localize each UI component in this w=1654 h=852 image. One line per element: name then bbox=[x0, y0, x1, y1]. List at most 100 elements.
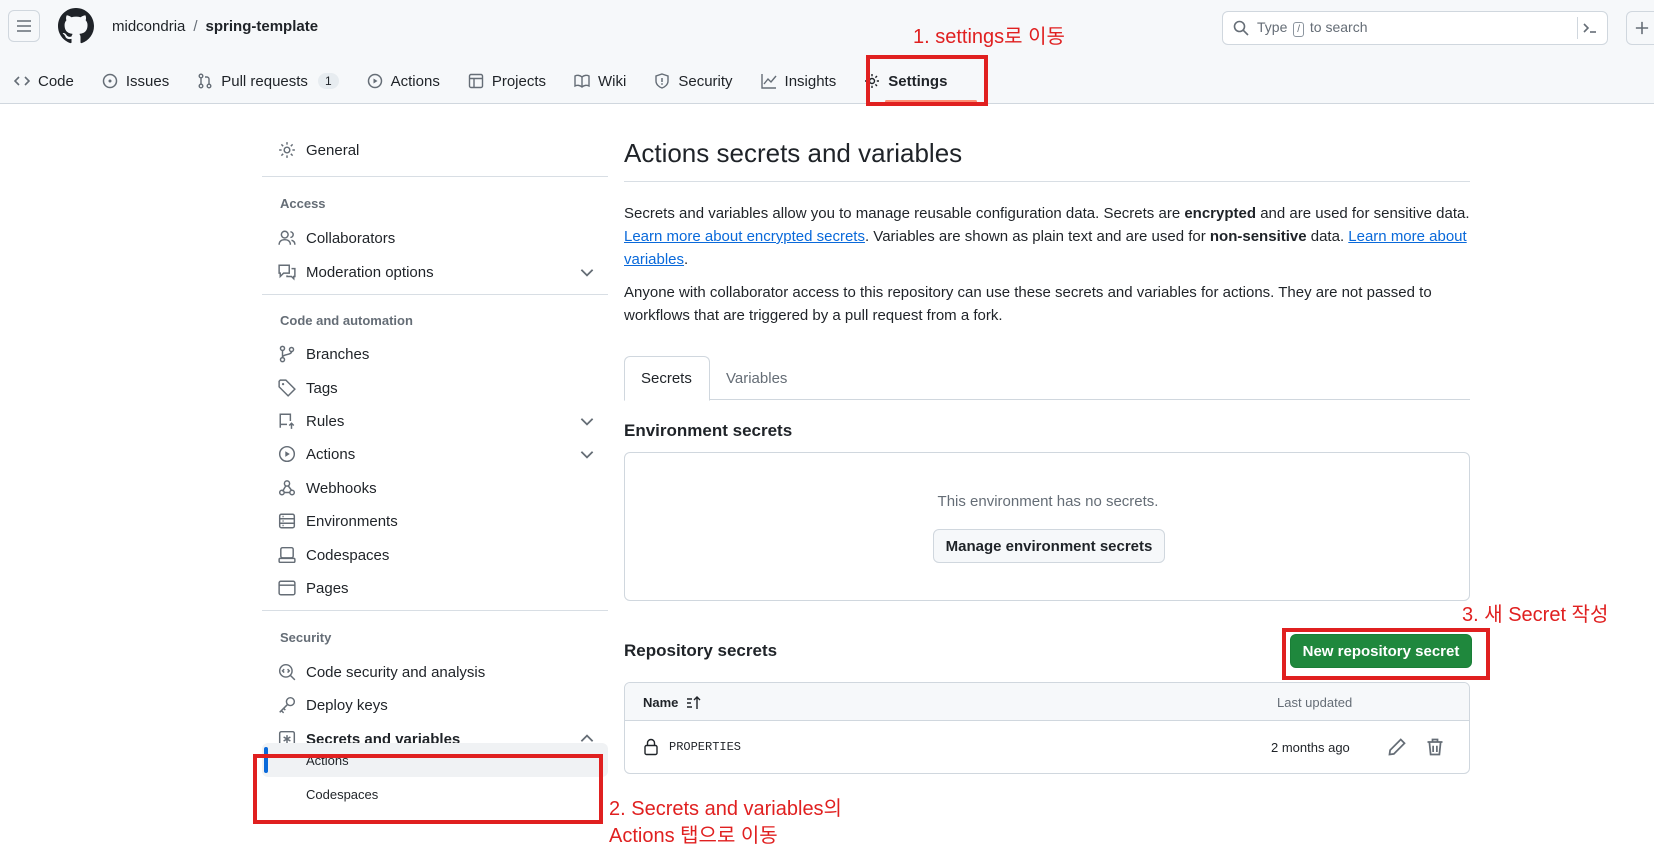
terminal-icon bbox=[1582, 23, 1596, 33]
environment-secrets-box: This environment has no secrets. Manage … bbox=[624, 452, 1470, 601]
git-branch-icon bbox=[279, 345, 295, 363]
repository-secrets-heading: Repository secrets bbox=[624, 641, 778, 660]
sidebar-item-general[interactable]: General bbox=[278, 138, 359, 162]
sidebar-label: Pages bbox=[306, 579, 349, 597]
tab-issues[interactable]: Issues bbox=[88, 64, 183, 98]
tab-security[interactable]: Security bbox=[640, 64, 746, 98]
sidebar-label: Environments bbox=[306, 512, 398, 530]
server-icon bbox=[278, 513, 296, 529]
sidebar-item-code-security[interactable]: Code security and analysis bbox=[278, 660, 485, 684]
sidebar-heading-security: Security bbox=[280, 630, 332, 645]
sidebar-label: Branches bbox=[306, 345, 370, 363]
browser-icon bbox=[278, 580, 296, 596]
shield-icon bbox=[655, 73, 670, 89]
menu-button[interactable] bbox=[8, 10, 40, 42]
column-label: Name bbox=[643, 695, 679, 710]
sidebar-item-webhooks[interactable]: Webhooks bbox=[278, 476, 377, 500]
repo-link[interactable]: spring-template bbox=[206, 18, 319, 35]
code-icon bbox=[14, 76, 30, 86]
play-icon bbox=[367, 73, 382, 89]
issue-icon bbox=[102, 73, 118, 89]
tab-code[interactable]: Code bbox=[14, 64, 88, 98]
sidebar-label: Rules bbox=[306, 412, 345, 430]
repository-secrets-table: Name Last updated PROPERTIES 2 months ag… bbox=[624, 682, 1470, 774]
book-icon bbox=[574, 74, 590, 88]
gear-icon bbox=[279, 142, 295, 158]
sort-icon bbox=[687, 695, 701, 709]
sidebar-label: Collaborators bbox=[306, 229, 396, 247]
table-row: PROPERTIES 2 months ago bbox=[625, 721, 1469, 773]
tab-secrets[interactable]: Secrets bbox=[624, 356, 710, 401]
sidebar-label: Code security and analysis bbox=[306, 663, 486, 681]
trash-icon[interactable] bbox=[1425, 737, 1445, 757]
annotation-step1: 1. settings로 이동 bbox=[913, 26, 1065, 48]
sidebar-label: Deploy keys bbox=[306, 696, 388, 714]
tab-pull-requests[interactable]: Pull requests 1 bbox=[183, 64, 352, 98]
repo-nav: Code Issues Pull requests 1 Actions Proj… bbox=[14, 64, 961, 98]
sidebar-item-codespaces[interactable]: Codespaces bbox=[278, 543, 389, 567]
sidebar-item-rules[interactable]: Rules bbox=[278, 409, 608, 433]
tab-label: Wiki bbox=[598, 72, 627, 90]
search-placeholder: Type / to search bbox=[1257, 19, 1368, 37]
play-icon bbox=[278, 445, 296, 463]
sidebar-item-collaborators[interactable]: Collaborators bbox=[278, 226, 395, 250]
empty-state-message: This environment has no secrets. bbox=[937, 493, 1159, 510]
chevron-down-icon bbox=[580, 418, 594, 426]
sidebar-divider bbox=[262, 176, 608, 177]
webhook-icon bbox=[278, 480, 296, 496]
environment-secrets-heading: Environment secrets bbox=[624, 421, 793, 440]
sidebar-label: Codespaces bbox=[306, 546, 390, 564]
secrets-variables-tabs: Secrets Variables bbox=[624, 356, 1470, 401]
search-icon bbox=[1233, 20, 1249, 36]
slash-key-hint: / bbox=[1293, 22, 1305, 37]
github-logo-icon[interactable] bbox=[58, 8, 94, 44]
secret-updated: 2 months ago bbox=[1271, 740, 1350, 755]
tab-label: Projects bbox=[491, 72, 547, 90]
page-title: Actions secrets and variables bbox=[624, 138, 963, 168]
tab-variables[interactable]: Variables bbox=[710, 356, 803, 400]
command-palette-button[interactable] bbox=[1577, 17, 1601, 39]
search-input[interactable]: Type / to search bbox=[1222, 11, 1608, 45]
description-paragraph: Secrets and variables allow you to manag… bbox=[624, 205, 1470, 268]
tab-wiki[interactable]: Wiki bbox=[560, 64, 640, 98]
tab-actions[interactable]: Actions bbox=[353, 64, 454, 98]
sidebar-item-branches[interactable]: Branches bbox=[278, 342, 369, 366]
sidebar-item-tags[interactable]: Tags bbox=[278, 376, 338, 400]
manage-environment-secrets-button[interactable]: Manage environment secrets bbox=[933, 529, 1165, 563]
breadcrumb: midcondria / spring-template bbox=[112, 18, 318, 35]
tab-label: Code bbox=[38, 72, 74, 90]
sidebar-item-moderation[interactable]: Moderation options bbox=[278, 260, 608, 284]
tab-label: Actions bbox=[390, 72, 440, 90]
graph-icon bbox=[760, 74, 777, 89]
annotation-box-secrets-actions bbox=[253, 754, 603, 824]
sidebar-item-environments[interactable]: Environments bbox=[278, 509, 398, 533]
annotation-step2-line2: Actions 탭으로 이동 bbox=[609, 825, 778, 847]
sidebar-heading-access: Access bbox=[280, 196, 326, 211]
column-name-header[interactable]: Name bbox=[643, 695, 702, 710]
sidebar-item-pages[interactable]: Pages bbox=[278, 576, 349, 600]
sidebar-item-deploy-keys[interactable]: Deploy keys bbox=[278, 693, 388, 717]
pencil-icon[interactable] bbox=[1387, 737, 1407, 757]
tab-projects[interactable]: Projects bbox=[454, 64, 560, 98]
learn-more-encrypted-secrets-link[interactable]: Learn more about encrypted secrets bbox=[624, 228, 865, 245]
collaborator-note: Anyone with collaborator access to this … bbox=[624, 284, 1432, 324]
pull-request-count-badge: 1 bbox=[317, 73, 339, 89]
title-divider bbox=[624, 181, 1470, 182]
sidebar-item-actions[interactable]: Actions bbox=[278, 442, 608, 466]
repo-header: midcondria / spring-template Type / to s… bbox=[0, 0, 1654, 104]
sidebar-label: Moderation options bbox=[306, 263, 434, 281]
chevron-down-icon bbox=[580, 269, 594, 277]
sidebar-label: Actions bbox=[306, 445, 356, 463]
tab-insights[interactable]: Insights bbox=[747, 64, 851, 98]
sidebar-heading-code-automation: Code and automation bbox=[280, 313, 413, 328]
owner-link[interactable]: midcondria bbox=[112, 18, 185, 35]
annotation-box-new-secret bbox=[1282, 628, 1490, 680]
table-header: Name Last updated bbox=[625, 683, 1469, 721]
pull-request-icon bbox=[198, 73, 212, 89]
secret-name: PROPERTIES bbox=[669, 740, 742, 754]
sidebar-divider bbox=[262, 610, 608, 611]
repo-push-icon bbox=[279, 413, 295, 429]
tab-label: Insights bbox=[784, 72, 837, 90]
sidebar-label: Tags bbox=[306, 379, 338, 397]
create-new-button[interactable] bbox=[1626, 11, 1654, 45]
